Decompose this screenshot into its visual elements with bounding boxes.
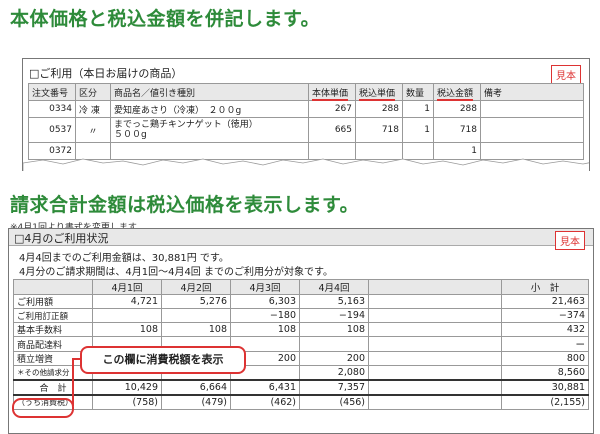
billing-period-line: 4月分のご請求期間は、4月1回〜4月4回 までのご利用分が対象です。 (19, 267, 333, 278)
heading-tax-display: 本体価格と税込金額を併記します。 (10, 8, 321, 30)
heading-tax-included-total: 請求合計金額は税込価格を表示します。 (10, 194, 360, 216)
col-qty: 数量 (402, 83, 434, 101)
torn-edge (23, 158, 589, 171)
col-taxunit: 税込単価 (355, 83, 403, 101)
table-row: 0334 冷 凍 愛知産あさり（冷凍） ２００g 267 288 1 288 (28, 100, 584, 118)
total-row: 合 計 10,429 6,664 6,431 7,357 30,881 (13, 379, 589, 396)
col-week4: 4月4回 (299, 279, 369, 295)
col-week3: 4月3回 (230, 279, 300, 295)
sample-monthly-statement: □4月のご利用状況 見本 4月4回までのご利用金額は、30,881円 です。 4… (8, 228, 594, 434)
delivery-table: 注文番号 区分 商品名／値引き種別 本体単価 税込単価 数量 税込金額 備考 0… (28, 83, 584, 160)
col-amount: 税込金額 (433, 83, 481, 101)
sample-stamp: 見本 (551, 65, 581, 84)
col-name: 商品名／値引き種別 (110, 83, 309, 101)
table-row: 0537 〃 までっこ鶏チキンナゲット（徳用） ５００g 665 718 1 7… (28, 117, 584, 143)
col-kubun: 区分 (75, 83, 111, 101)
col-note: 備考 (480, 83, 584, 101)
sample2-title: □4月のご利用状況 (14, 232, 109, 245)
col-week2: 4月2回 (161, 279, 231, 295)
callout-connector (72, 358, 74, 406)
col-unit: 本体単価 (308, 83, 356, 101)
sample-delivery-table: □ご利用（本日お届けの商品） 見本 注文番号 区分 商品名／値引き種別 本体単価… (22, 58, 590, 171)
statement-table: 4月1回 4月2回 4月3回 4月4回 小 計 ご利用額 4,721 5,276… (13, 279, 589, 410)
tax-row: （うち消費税） (758) (479) (462) (456) (2,155) (13, 394, 589, 410)
usage-amount-line: 4月4回までのご利用金額は、30,881円 です。 (19, 253, 229, 264)
col-blank (368, 279, 502, 295)
col-order: 注文番号 (28, 83, 76, 101)
sample-stamp: 見本 (555, 231, 585, 250)
sample1-title: □ご利用（本日お届けの商品） (29, 67, 183, 80)
col-label (13, 279, 93, 295)
col-subtotal: 小 計 (501, 279, 589, 295)
statement-header: □4月のご利用状況 (9, 229, 593, 246)
tax-label-highlight (12, 398, 74, 418)
table-row: 基本手数料 108 108 108 108 432 (13, 322, 589, 337)
table-row: ご利用額 4,721 5,276 6,303 5,163 21,463 (13, 294, 589, 309)
col-week1: 4月1回 (92, 279, 162, 295)
tax-callout: この欄に消費税額を表示 (80, 346, 246, 374)
table-row: ご利用訂正額 −180 −194 −374 (13, 308, 589, 323)
